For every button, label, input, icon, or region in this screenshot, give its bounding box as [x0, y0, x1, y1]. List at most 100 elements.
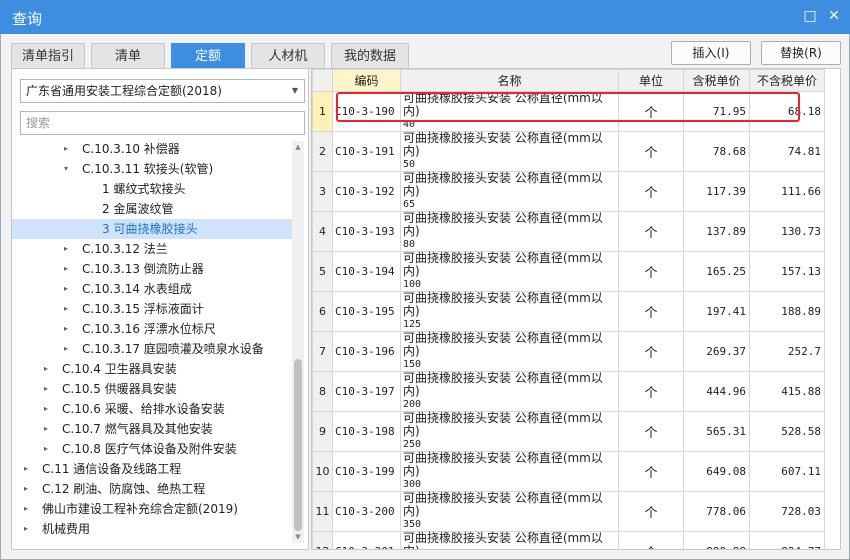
tree-item[interactable]: ▸ 佛山市建设工程补充综合定额(2019): [12, 499, 292, 519]
price-with-tax-cell[interactable]: 117.39: [683, 171, 750, 212]
expand-arrow-icon[interactable]: ▸: [24, 459, 28, 479]
price-with-tax-cell[interactable]: 137.89: [683, 211, 750, 252]
quota-library-select[interactable]: 广东省通用安装工程综合定额(2018) ▼: [20, 79, 305, 103]
table-row[interactable]: 10 C10-3-199 可曲挠橡胶接头安装 公称直径(mm以内) 300 个 649.0…: [312, 451, 825, 492]
tree-item[interactable]: 1 螺纹式软接头: [12, 179, 292, 199]
name-cell[interactable]: 可曲挠橡胶接头安装 公称直径(mm以内) 80: [400, 211, 619, 252]
name-cell[interactable]: 可曲挠橡胶接头安装 公称直径(mm以内) 50: [400, 131, 619, 172]
insert-button[interactable]: 插入(I): [671, 41, 751, 65]
expand-arrow-icon[interactable]: ▸: [44, 359, 48, 379]
row-number-cell[interactable]: 6: [312, 291, 333, 332]
expand-arrow-icon[interactable]: ▸: [44, 399, 48, 419]
expand-arrow-icon[interactable]: ▸: [44, 419, 48, 439]
table-row[interactable]: 8 C10-3-197 可曲挠橡胶接头安装 公称直径(mm以内) 200 个 444.96…: [312, 371, 825, 412]
unit-cell[interactable]: 个: [618, 411, 684, 452]
row-number-cell[interactable]: 1: [312, 91, 333, 132]
row-number-cell[interactable]: 11: [312, 491, 333, 532]
price-without-tax-cell[interactable]: 528.58: [749, 411, 825, 452]
scroll-down-icon[interactable]: ▼: [292, 531, 304, 543]
row-number-cell[interactable]: 12: [312, 531, 333, 549]
code-cell[interactable]: C10-3-191: [332, 131, 401, 172]
price-with-tax-cell[interactable]: 880.88: [683, 531, 750, 549]
tree-scrollbar[interactable]: ▲ ▼: [292, 141, 304, 543]
price-with-tax-cell[interactable]: 565.31: [683, 411, 750, 452]
name-cell[interactable]: 可曲挠橡胶接头安装 公称直径(mm以内) 350: [400, 491, 619, 532]
price-without-tax-column-header[interactable]: 不含税单价: [749, 69, 825, 92]
expand-arrow-icon[interactable]: ▸: [44, 439, 48, 459]
price-with-tax-cell[interactable]: 649.08: [683, 451, 750, 492]
row-number-cell[interactable]: 7: [312, 331, 333, 372]
code-cell[interactable]: C10-3-193: [332, 211, 401, 252]
code-cell[interactable]: C10-3-196: [332, 331, 401, 372]
code-cell[interactable]: C10-3-199: [332, 451, 401, 492]
table-row[interactable]: 4 C10-3-193 可曲挠橡胶接头安装 公称直径(mm以内) 80 个 137.89 1…: [312, 211, 825, 252]
unit-cell[interactable]: 个: [618, 251, 684, 292]
tab-my-data[interactable]: 我的数据: [331, 43, 409, 69]
unit-cell[interactable]: 个: [618, 531, 684, 549]
table-row[interactable]: 7 C10-3-196 可曲挠橡胶接头安装 公称直径(mm以内) 150 个 269.37…: [312, 331, 825, 372]
name-cell[interactable]: 可曲挠橡胶接头安装 公称直径(mm以内) 150: [400, 331, 619, 372]
tree-item[interactable]: ▸ C.10.4 卫生器具安装: [12, 359, 292, 379]
tree-item[interactable]: ▸ C.10.3.13 倒流防止器: [12, 259, 292, 279]
row-number-cell[interactable]: 8: [312, 371, 333, 412]
table-row[interactable]: 9 C10-3-198 可曲挠橡胶接头安装 公称直径(mm以内) 250 个 565.31…: [312, 411, 825, 452]
code-cell[interactable]: C10-3-197: [332, 371, 401, 412]
tree-item[interactable]: ▸ C.10.5 供暖器具安装: [12, 379, 292, 399]
tree-item[interactable]: ▸ C.11 通信设备及线路工程: [12, 459, 292, 479]
expand-arrow-icon[interactable]: ▸: [64, 299, 68, 319]
tree-item[interactable]: ▾ C.10.3.11 软接头(软管): [12, 159, 292, 179]
unit-cell[interactable]: 个: [618, 211, 684, 252]
tree-item[interactable]: ▸ C.10.3.15 浮标液面计: [12, 299, 292, 319]
expand-arrow-icon[interactable]: ▸: [64, 339, 68, 359]
table-row[interactable]: 12C10-3-201可曲挠橡胶接头安装 公称直径(mm以内)400个880.8…: [312, 531, 825, 549]
row-number-cell[interactable]: 3: [312, 171, 333, 212]
tree-item[interactable]: ▸ C.10.6 采暖、给排水设备安装: [12, 399, 292, 419]
price-without-tax-cell[interactable]: 824.77: [749, 531, 825, 549]
collapse-arrow-icon[interactable]: ▾: [64, 159, 68, 179]
code-cell[interactable]: C10-3-198: [332, 411, 401, 452]
expand-arrow-icon[interactable]: ▸: [24, 519, 28, 539]
tree-item[interactable]: ▸ C.10.3.12 法兰: [12, 239, 292, 259]
table-row[interactable]: 6 C10-3-195 可曲挠橡胶接头安装 公称直径(mm以内) 125 个 197.41…: [312, 291, 825, 332]
tree-item[interactable]: ▸ 机械费用: [12, 519, 292, 539]
table-row[interactable]: 11 C10-3-200 可曲挠橡胶接头安装 公称直径(mm以内) 350 个 778.0…: [312, 491, 825, 532]
row-number-cell[interactable]: 10: [312, 451, 333, 492]
tab-quota[interactable]: 定额: [171, 43, 245, 69]
tree-item[interactable]: ▸ C.10.3.17 庭园喷灌及喷泉水设备: [12, 339, 292, 359]
price-without-tax-cell[interactable]: 607.11: [749, 451, 825, 492]
expand-arrow-icon[interactable]: ▸: [24, 479, 28, 499]
expand-arrow-icon[interactable]: ▸: [44, 379, 48, 399]
tree-item[interactable]: 3 可曲挠橡胶接头: [12, 219, 292, 239]
price-without-tax-cell[interactable]: 130.73: [749, 211, 825, 252]
price-with-tax-cell[interactable]: 197.41: [683, 291, 750, 332]
tab-labor-material-machine[interactable]: 人材机: [251, 43, 325, 69]
price-without-tax-cell[interactable]: 252.7: [749, 331, 825, 372]
code-cell[interactable]: C10-3-194: [332, 251, 401, 292]
row-number-cell[interactable]: 5: [312, 251, 333, 292]
unit-cell[interactable]: 个: [618, 451, 684, 492]
tree-item[interactable]: ▸ C.10.3.16 浮漂水位标尺: [12, 319, 292, 339]
expand-arrow-icon[interactable]: ▸: [64, 239, 68, 259]
code-cell[interactable]: C10-3-192: [332, 171, 401, 212]
code-cell[interactable]: C10-3-195: [332, 291, 401, 332]
scroll-up-icon[interactable]: ▲: [292, 141, 304, 153]
row-number-cell[interactable]: 4: [312, 211, 333, 252]
price-without-tax-cell[interactable]: 74.81: [749, 131, 825, 172]
name-cell[interactable]: 可曲挠橡胶接头安装 公称直径(mm以内) 100: [400, 251, 619, 292]
maximize-icon[interactable]: □: [800, 6, 820, 26]
expand-arrow-icon[interactable]: ▸: [64, 279, 68, 299]
price-without-tax-cell[interactable]: 188.89: [749, 291, 825, 332]
price-without-tax-cell[interactable]: 728.03: [749, 491, 825, 532]
code-cell[interactable]: C10-3-201: [332, 531, 401, 549]
tab-bill[interactable]: 清单: [91, 43, 165, 69]
price-without-tax-cell[interactable]: 111.66: [749, 171, 825, 212]
name-cell[interactable]: 可曲挠橡胶接头安装 公称直径(mm以内) 300: [400, 451, 619, 492]
price-with-tax-cell[interactable]: 778.06: [683, 491, 750, 532]
price-without-tax-cell[interactable]: 415.88: [749, 371, 825, 412]
unit-column-header[interactable]: 单位: [618, 69, 684, 92]
name-cell[interactable]: 可曲挠橡胶接头安装 公称直径(mm以内) 200: [400, 371, 619, 412]
scroll-thumb[interactable]: [294, 359, 302, 531]
price-with-tax-cell[interactable]: 165.25: [683, 251, 750, 292]
price-with-tax-cell[interactable]: 444.96: [683, 371, 750, 412]
tree-item[interactable]: ▸ C.10.3.10 补偿器: [12, 139, 292, 159]
